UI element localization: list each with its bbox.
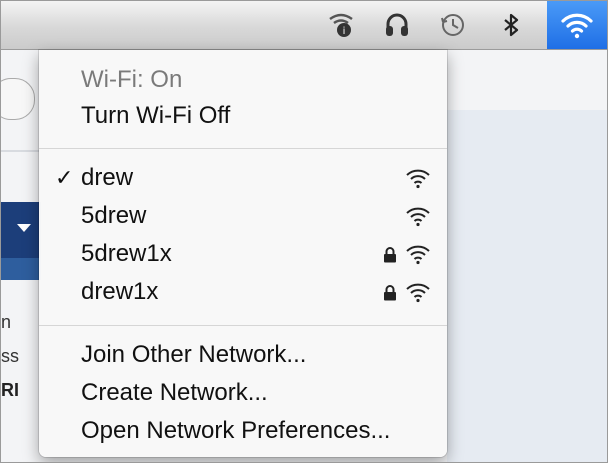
network-item-5drew1x[interactable]: 5drew1x <box>39 235 447 273</box>
create-network-label: Create Network... <box>81 379 268 406</box>
background-text-3: RI <box>1 380 19 400</box>
menu-bar: i <box>1 1 607 50</box>
wifi-signal-icon <box>406 207 430 227</box>
background-text-2: ss <box>1 346 19 366</box>
menu-separator <box>39 325 447 326</box>
background-blue-strip <box>1 258 41 280</box>
bluetooth-icon[interactable] <box>497 11 525 39</box>
network-item-5drew[interactable]: 5drew <box>39 197 447 235</box>
background-text-1: n <box>1 312 12 332</box>
wifi-signal-icon <box>406 245 430 265</box>
network-item-drew[interactable]: ✓ drew <box>39 159 447 197</box>
open-network-preferences-label: Open Network Preferences... <box>81 417 391 444</box>
dropdown-arrow-icon <box>17 224 31 232</box>
create-network-item[interactable]: Create Network... <box>39 374 447 412</box>
clock-icon[interactable] <box>439 11 467 39</box>
network-name: 5drew1x <box>81 240 172 267</box>
wifi-status: Wi-Fi: On <box>39 61 447 99</box>
headphones-icon[interactable] <box>383 11 411 39</box>
network-name: drew <box>81 164 134 191</box>
checkmark-icon: ✓ <box>55 165 74 190</box>
join-other-network-item[interactable]: Join Other Network... <box>39 336 447 374</box>
turn-wifi-off-item[interactable]: Turn Wi-Fi Off <box>39 97 447 135</box>
menu-separator <box>39 148 447 149</box>
back-button <box>1 78 35 120</box>
network-item-drew1x[interactable]: drew1x <box>39 273 447 311</box>
open-network-preferences-item[interactable]: Open Network Preferences... <box>39 412 447 450</box>
wifi-status-label: Wi-Fi: On <box>81 66 183 93</box>
time-machine-icon[interactable]: i <box>327 11 355 39</box>
wifi-signal-icon <box>406 283 430 303</box>
wifi-icon <box>561 13 593 39</box>
wifi-menu: Wi-Fi: On Turn Wi-Fi Off ✓ drew 5drew 5d… <box>39 50 447 457</box>
wifi-menu-extra[interactable] <box>547 1 607 49</box>
turn-wifi-off-label: Turn Wi-Fi Off <box>81 102 231 129</box>
wifi-signal-icon <box>406 169 430 189</box>
svg-text:i: i <box>343 26 346 37</box>
background-sidebar <box>447 110 607 462</box>
network-name: drew1x <box>81 278 159 305</box>
screen: n ss RI i Wi-Fi: On Turn Wi-Fi Off ✓ dre… <box>0 0 608 463</box>
network-name: 5drew <box>81 202 147 229</box>
join-other-network-label: Join Other Network... <box>81 341 307 368</box>
lock-icon <box>384 247 396 263</box>
lock-icon <box>384 285 396 301</box>
